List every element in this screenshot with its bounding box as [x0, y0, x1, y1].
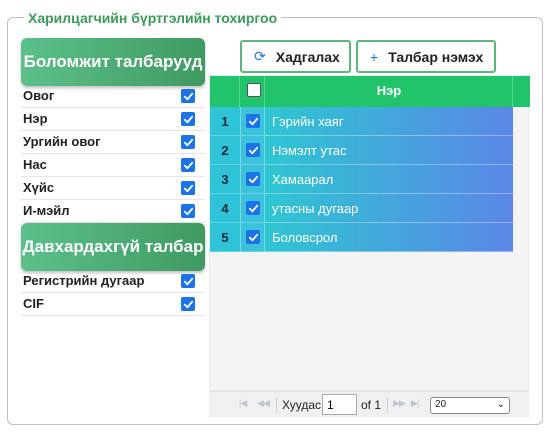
- save-button[interactable]: ⟳ Хадгалах: [240, 40, 351, 73]
- row-checkbox[interactable]: [246, 201, 260, 215]
- fieldset-legend: Харилцагчийн бүртгэлийн тохиргоо: [24, 9, 282, 27]
- row-name: Хамаарал: [265, 165, 513, 194]
- row-number: 5: [210, 223, 240, 252]
- select-all-checkbox[interactable]: [247, 83, 261, 97]
- next-page-icon[interactable]: ▶▶: [393, 398, 406, 409]
- field-checkbox[interactable]: [181, 297, 195, 311]
- field-label: Нэр: [23, 111, 48, 126]
- available-field-row: Хүйс: [21, 177, 205, 200]
- available-field-row: Нас: [21, 154, 205, 177]
- table-row[interactable]: 3 Хамаарал: [210, 165, 513, 194]
- field-checkbox[interactable]: [181, 158, 195, 172]
- page-count: of 1: [361, 398, 382, 412]
- row-checkbox[interactable]: [246, 172, 260, 186]
- row-checkbox[interactable]: [246, 230, 260, 244]
- last-page-icon[interactable]: ▶|: [411, 398, 419, 409]
- row-name: утасны дугаар: [265, 194, 513, 223]
- save-button-label: Хадгалах: [275, 48, 340, 65]
- page-label: Хуудас: [282, 398, 322, 412]
- row-name: Гэрийн хаяг: [265, 107, 513, 136]
- unique-fields-header: Давхардахгүй талбар: [21, 223, 205, 271]
- field-label: Хүйс: [23, 180, 55, 195]
- add-field-button-label: Талбар нэмэх: [388, 48, 484, 65]
- prev-page-icon[interactable]: ◀◀: [257, 398, 270, 409]
- row-select-cell: [240, 136, 265, 165]
- available-field-row: Нэр: [21, 108, 205, 131]
- pager-separator: [276, 397, 277, 413]
- field-checkbox[interactable]: [181, 181, 195, 195]
- field-checkbox[interactable]: [181, 112, 195, 126]
- row-checkbox[interactable]: [246, 143, 260, 157]
- row-number: 2: [210, 136, 240, 165]
- row-name: Боловсрол: [265, 223, 513, 252]
- table-row[interactable]: 2 Нэмэлт утас: [210, 136, 513, 165]
- row-number: 3: [210, 165, 240, 194]
- first-page-icon[interactable]: |◀: [239, 398, 247, 409]
- grid-header: Нэр: [210, 76, 530, 107]
- field-label: Овог: [23, 88, 55, 103]
- row-select-cell: [240, 107, 265, 136]
- pager-separator: [387, 397, 388, 413]
- unique-field-row: CIF: [21, 293, 205, 316]
- available-field-row: Ургийн овог: [21, 131, 205, 154]
- row-number: 1: [210, 107, 240, 136]
- table-row[interactable]: 5 Боловсрол: [210, 223, 513, 252]
- field-label: CIF: [23, 296, 44, 311]
- field-label: Регистрийн дугаар: [23, 273, 145, 288]
- field-checkbox[interactable]: [181, 135, 195, 149]
- row-checkbox[interactable]: [246, 114, 260, 128]
- refresh-icon: ⟳: [254, 48, 266, 64]
- field-checkbox[interactable]: [181, 274, 195, 288]
- field-label: И-мэйл: [23, 203, 70, 218]
- unique-field-row: Регистрийн дугаар: [21, 270, 205, 293]
- rows-per-page-select[interactable]: 20 ⌄: [430, 397, 510, 414]
- table-row[interactable]: 1 Гэрийн хаяг: [210, 107, 513, 136]
- table-row[interactable]: 4 утасны дугаар: [210, 194, 513, 223]
- row-number: 4: [210, 194, 240, 223]
- field-label: Ургийн овог: [23, 134, 101, 149]
- row-select-cell: [240, 223, 265, 252]
- pager: |◀ ◀◀ Хуудас of 1 ▶▶ ▶| 20 ⌄: [209, 391, 529, 417]
- fields-grid: Нэр 1 Гэрийн хаяг 2 Нэмэлт утас 3 Хамаарал 4 ут…: [209, 75, 530, 391]
- field-label: Нас: [23, 157, 47, 172]
- chevron-down-icon: ⌄: [496, 399, 505, 410]
- plus-icon: +: [370, 48, 379, 65]
- add-field-button[interactable]: + Талбар нэмэх: [356, 40, 496, 73]
- row-select-cell: [240, 194, 265, 223]
- rows-per-page-value: 20: [435, 399, 447, 410]
- name-column-header[interactable]: Нэр: [265, 83, 513, 98]
- row-select-cell: [240, 165, 265, 194]
- available-fields-header: Боломжит талбарууд: [21, 38, 205, 86]
- field-checkbox[interactable]: [181, 89, 195, 103]
- available-field-row: Овог: [21, 85, 205, 108]
- field-checkbox[interactable]: [181, 204, 195, 218]
- page-input[interactable]: [322, 394, 357, 415]
- row-name: Нэмэлт утас: [265, 136, 513, 165]
- available-field-row: И-мэйл: [21, 200, 205, 223]
- rownum-header: [210, 76, 240, 107]
